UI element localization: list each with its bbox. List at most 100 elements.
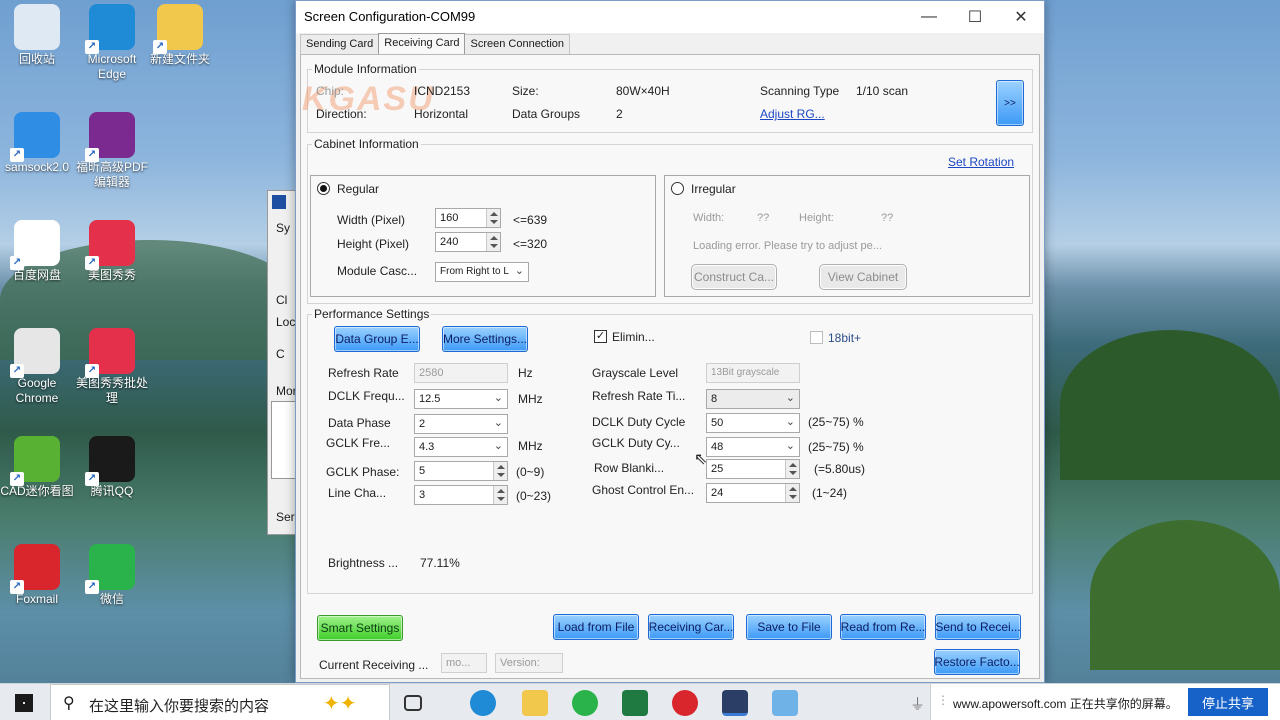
bg-label: Sy xyxy=(276,221,291,235)
excel-icon[interactable] xyxy=(622,690,648,716)
width-spinbox[interactable]: 160 xyxy=(435,208,501,228)
spin-arrows[interactable] xyxy=(486,209,500,227)
rocket-icon: ↗ xyxy=(10,112,60,162)
restore-factory-button[interactable]: Restore Facto... xyxy=(934,649,1020,675)
gclk-duty-cycle-range: (25~75) % xyxy=(808,440,864,454)
gclk-frequency-select[interactable]: 4.3 ⌄ xyxy=(414,437,508,457)
version-field[interactable]: Version: xyxy=(495,653,563,673)
line-change-range: (0~23) xyxy=(516,489,552,503)
wechat-icon[interactable] xyxy=(572,690,598,716)
eliminate-checkbox[interactable]: ✓ xyxy=(594,330,607,343)
led-config-icon[interactable] xyxy=(722,690,748,716)
view-cabinet-button[interactable]: View Cabinet xyxy=(819,264,907,290)
tab-screen-connection[interactable]: Screen Connection xyxy=(464,34,571,54)
desktop-shortcut[interactable]: ↗ 腾讯QQ xyxy=(75,436,149,499)
height-spinbox[interactable]: 240 xyxy=(435,232,501,252)
screen-share-bar: ⋮ www.apowersoft.com 正在共享你的屏幕。 停止共享 xyxy=(930,684,1280,720)
task-view-icon[interactable] xyxy=(404,695,422,711)
regular-radio[interactable] xyxy=(317,182,330,195)
desktop-shortcut[interactable]: ↗ 新建文件夹 xyxy=(143,4,217,67)
irregular-width-label: Width: xyxy=(693,212,725,224)
maximize-button[interactable]: ☐ xyxy=(952,1,998,33)
desktop-shortcut[interactable]: ↗ 百度网盘 xyxy=(0,220,74,283)
close-button[interactable]: ✕ xyxy=(998,1,1044,33)
gclk-phase-label: GCLK Phase: xyxy=(326,465,400,479)
spin-arrows[interactable] xyxy=(785,460,799,478)
18bit-label: 18bit+ xyxy=(828,331,862,345)
foxmail-icon[interactable] xyxy=(672,690,698,716)
edge-icon[interactable] xyxy=(470,690,496,716)
desktop-shortcut[interactable]: ↗ Google Chrome xyxy=(0,328,74,406)
receiving-card-panel: Module Information KGASU Chip: ICND2153 … xyxy=(300,54,1040,679)
stop-share-button[interactable]: 停止共享 xyxy=(1188,688,1268,716)
dclk-frequency-select[interactable]: 12.5 ⌄ xyxy=(414,389,508,409)
receiving-card-button[interactable]: Receiving Car... xyxy=(648,614,734,640)
line-change-spinbox[interactable]: 3 xyxy=(414,485,508,505)
smart-settings-button[interactable]: Smart Settings xyxy=(317,615,403,641)
row-blanking-spinbox[interactable]: 25 xyxy=(706,459,800,479)
desktop-shortcut[interactable]: ↗ 美图秀秀批处理 xyxy=(75,328,149,406)
line-change-label: Line Cha... xyxy=(328,486,387,500)
paint-icon[interactable] xyxy=(772,690,798,716)
ghost-control-spinbox[interactable]: 24 xyxy=(706,483,800,503)
desktop-shortcut[interactable]: ↗ Foxmail xyxy=(0,544,74,607)
18bit-checkbox[interactable] xyxy=(810,331,823,344)
dclk-duty-cycle-select[interactable]: 50 ⌄ xyxy=(706,413,800,433)
ghost-control-label: Ghost Control En... xyxy=(592,483,695,497)
desktop-shortcut[interactable]: ↗ CAD迷你看图 xyxy=(0,436,74,499)
data-phase-select[interactable]: 2 ⌄ xyxy=(414,414,508,434)
data-group-exchange-button[interactable]: Data Group E... xyxy=(334,326,420,352)
save-to-file-button[interactable]: Save to File xyxy=(746,614,832,640)
size-value: 80W×40H xyxy=(616,84,670,98)
spin-arrows[interactable] xyxy=(493,462,507,480)
refresh-rate-field[interactable]: 2580 xyxy=(414,363,508,383)
spin-arrows[interactable] xyxy=(486,233,500,251)
loading-error-text: Loading error. Please try to adjust pe..… xyxy=(693,240,882,252)
construct-cabinet-button[interactable]: Construct Ca... xyxy=(691,264,777,290)
desktop-shortcut[interactable]: ↗ Microsoft Edge xyxy=(75,4,149,82)
search-icon: ⚲ xyxy=(63,695,75,712)
adjust-rg-link[interactable]: Adjust RG... xyxy=(760,107,825,121)
desktop-shortcut-label: Google Chrome xyxy=(15,376,59,405)
data-groups-value: 2 xyxy=(616,107,623,121)
ghost-control-value: 24 xyxy=(711,487,724,499)
folder-icon: ↗ xyxy=(153,4,203,54)
minimize-button[interactable]: — xyxy=(906,1,952,33)
module-cascade-select[interactable]: From Right to L ⌄ xyxy=(435,262,529,282)
desktop-shortcut-label: samsock2.0 xyxy=(4,160,70,174)
desktop-shortcut[interactable]: ↗ 微信 xyxy=(75,544,149,607)
more-settings-button[interactable]: More Settings... xyxy=(442,326,528,352)
windows-start-icon[interactable] xyxy=(15,694,33,712)
taskbar-search[interactable]: ⚲ 在这里输入你要搜索的内容 ✦✦ xyxy=(50,684,390,720)
height-value: 240 xyxy=(440,236,459,248)
refresh-rate-label: Refresh Rate xyxy=(328,366,399,380)
desktop-shortcut[interactable]: 回收站 xyxy=(0,4,74,67)
desktop-shortcut-label: 百度网盘 xyxy=(12,268,61,282)
tab-receiving-card[interactable]: Receiving Card xyxy=(378,33,466,55)
background-window-icon xyxy=(272,195,286,209)
gclk-duty-cycle-select[interactable]: 48 ⌄ xyxy=(706,437,800,457)
desktop-shortcut[interactable]: ↗ 福昕高级PDF编辑器 xyxy=(75,112,149,190)
irregular-radio[interactable] xyxy=(671,182,684,195)
eliminate-label: Elimin... xyxy=(612,330,655,344)
read-from-receiving-button[interactable]: Read from Re... xyxy=(840,614,926,640)
shortcut-arrow-icon: ↗ xyxy=(85,580,99,594)
gclk-phase-spinbox[interactable]: 5 xyxy=(414,461,508,481)
model-field[interactable]: mo... xyxy=(441,653,487,673)
file-explorer-icon[interactable] xyxy=(522,690,548,716)
plug-icon[interactable]: ⏚ xyxy=(910,693,925,714)
expand-button[interactable]: >> xyxy=(996,80,1024,126)
grayscale-field[interactable]: 13Bit grayscale xyxy=(706,363,800,383)
search-highlight-icon: ✦✦ xyxy=(323,693,357,715)
bg-label: Mor xyxy=(276,384,297,398)
tab-sending-card[interactable]: Sending Card xyxy=(300,34,380,54)
spin-arrows[interactable] xyxy=(493,486,507,504)
set-rotation-link[interactable]: Set Rotation xyxy=(948,155,1014,169)
desktop-shortcut[interactable]: ↗ samsock2.0 xyxy=(0,112,74,175)
grayscale-label: Grayscale Level xyxy=(592,366,679,380)
load-from-file-button[interactable]: Load from File xyxy=(553,614,639,640)
refresh-rate-times-select[interactable]: 8 ⌄ xyxy=(706,389,800,409)
send-to-receiving-button[interactable]: Send to Recei... xyxy=(935,614,1021,640)
spin-arrows[interactable] xyxy=(785,484,799,502)
desktop-shortcut[interactable]: ↗ 美图秀秀 xyxy=(75,220,149,283)
